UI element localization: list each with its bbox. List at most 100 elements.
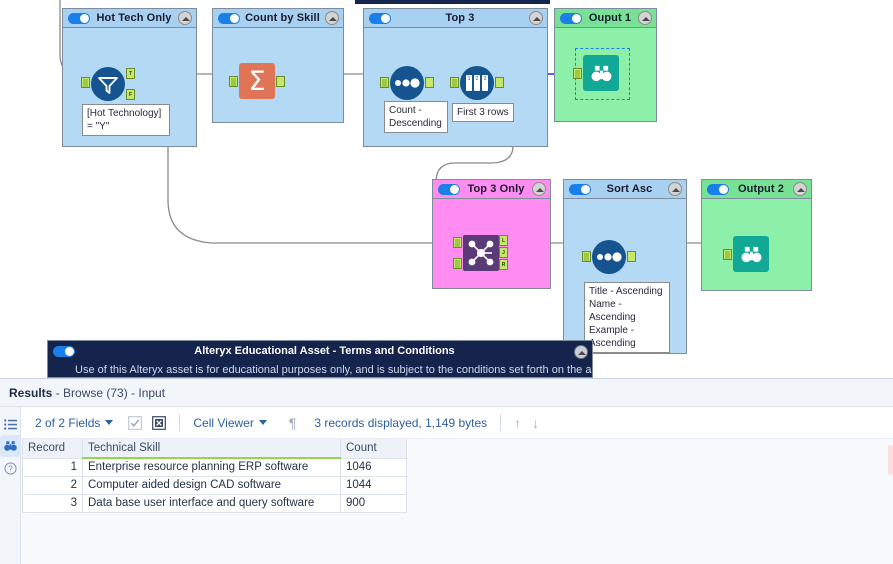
scroll-down-button[interactable]: ↓	[532, 415, 539, 431]
container-ouput-1[interactable]: Ouput 1	[554, 8, 657, 122]
sample-tool[interactable]: 1 2 3	[460, 66, 494, 100]
fields-dropdown[interactable]: 2 of 2 Fields	[35, 416, 114, 430]
workflow-canvas[interactable]: Hot Tech Only T F [Hot Technology] = "Y"	[0, 0, 893, 378]
canvas-top-edge-strip	[355, 0, 550, 4]
cell-viewer-dropdown[interactable]: Cell Viewer	[193, 416, 267, 430]
table-header-row: Record Technical Skill Count	[22, 439, 407, 459]
column-header-record[interactable]: Record	[22, 439, 83, 459]
container-header[interactable]: Sort Asc	[564, 180, 686, 199]
container-body[interactable]: Count - Descending 1 2 3 First 3 rows	[364, 28, 547, 146]
join-right-output-port[interactable]: R	[499, 259, 508, 270]
container-body[interactable]	[702, 199, 811, 290]
container-count-by-skill[interactable]: Count by Skill Σ	[212, 8, 344, 123]
filter-tool[interactable]	[91, 67, 125, 101]
container-header[interactable]: Top 3	[364, 9, 547, 28]
results-side-rail[interactable]: ?	[0, 407, 21, 564]
collapse-icon[interactable]	[178, 11, 192, 25]
sort-tool[interactable]	[592, 240, 626, 274]
terms-toggle[interactable]	[53, 346, 75, 357]
collapse-icon[interactable]	[638, 11, 652, 25]
cell-record: 3	[22, 493, 83, 513]
container-toggle[interactable]	[560, 12, 582, 24]
sigma-icon: Σ	[248, 65, 266, 97]
browse-tool[interactable]	[583, 55, 619, 91]
results-data-grid[interactable]: Record Technical Skill Count 1 Enterpris…	[21, 439, 893, 564]
table-row[interactable]: 2 Computer aided design CAD software 104…	[22, 475, 407, 495]
container-header[interactable]: Output 2	[702, 180, 811, 199]
scrollbar-marker[interactable]	[888, 445, 893, 475]
container-output-2[interactable]: Output 2	[701, 179, 812, 291]
container-header[interactable]: Hot Tech Only	[63, 9, 196, 28]
collapse-icon[interactable]	[793, 182, 807, 196]
sort-output-port[interactable]	[627, 251, 636, 262]
record-status-label: 3 records displayed, 1,149 bytes	[314, 415, 488, 430]
column-header-technical-skill[interactable]: Technical Skill	[82, 439, 341, 459]
collapse-icon[interactable]	[325, 11, 339, 25]
container-header[interactable]: Count by Skill	[213, 9, 343, 28]
container-body[interactable]	[555, 28, 656, 121]
browse-input-port[interactable]	[573, 68, 582, 79]
summarize-input-port[interactable]	[229, 76, 238, 87]
container-header[interactable]: Top 3 Only	[433, 180, 550, 199]
results-table: Record Technical Skill Count 1 Enterpris…	[22, 439, 407, 513]
browse-icon[interactable]	[0, 435, 21, 457]
summarize-output-port[interactable]	[276, 76, 285, 87]
scroll-up-button[interactable]: ↑	[514, 415, 521, 431]
container-sort-asc[interactable]: Sort Asc Title - Ascending Name - Ascend…	[563, 179, 687, 354]
cell-record: 2	[22, 475, 83, 495]
container-terms-and-conditions[interactable]: Alteryx Educational Asset - Terms and Co…	[47, 340, 593, 378]
svg-text:?: ?	[8, 464, 13, 473]
browse-input-port[interactable]	[723, 249, 732, 260]
filter-true-port[interactable]: T	[126, 68, 135, 79]
sort-input-port[interactable]	[582, 251, 591, 262]
collapse-icon[interactable]	[532, 182, 546, 196]
collapse-icon[interactable]	[529, 11, 543, 25]
container-body[interactable]: T F [Hot Technology] = "Y"	[63, 28, 196, 146]
filter-false-port[interactable]: F	[126, 89, 135, 100]
table-row[interactable]: 1 Enterprise resource planning ERP softw…	[22, 457, 407, 477]
summarize-tool[interactable]: Σ	[239, 63, 275, 99]
container-top-3[interactable]: Top 3 Count - Descending 1 2 3 First 3 r…	[363, 8, 548, 147]
filter-annotation: [Hot Technology] = "Y"	[82, 104, 170, 136]
container-top-3-only[interactable]: Top 3 Only L R L J R	[432, 179, 551, 289]
help-icon[interactable]: ?	[0, 457, 21, 479]
container-toggle[interactable]	[68, 12, 90, 24]
browse-tool[interactable]	[733, 236, 769, 272]
sort-input-port[interactable]	[380, 77, 389, 88]
sort-tool[interactable]	[390, 66, 424, 100]
container-body[interactable]: Title - Ascending Name - Ascending Examp…	[564, 199, 686, 353]
collapse-icon[interactable]	[668, 182, 682, 196]
select-all-fields-button[interactable]	[127, 415, 142, 430]
terms-body: Use of this Alteryx asset is for educati…	[48, 362, 592, 377]
results-toolbar[interactable]: 2 of 2 Fields Cell Viewer ¶ 3 records di…	[21, 407, 893, 439]
container-hot-tech-only[interactable]: Hot Tech Only T F [Hot Technology] = "Y"	[62, 8, 197, 147]
container-body[interactable]: L R L J R	[433, 199, 550, 288]
container-header[interactable]: Ouput 1	[555, 9, 656, 28]
container-body[interactable]: Σ	[213, 28, 343, 122]
terms-header[interactable]: Alteryx Educational Asset - Terms and Co…	[48, 341, 592, 362]
results-breadcrumb: - Browse (73) - Input	[52, 386, 166, 400]
join-right-input-port[interactable]: R	[453, 258, 462, 269]
cell-count: 900	[340, 493, 407, 513]
cell-technical-skill: Computer aided design CAD software	[82, 475, 341, 495]
sort-annotation: Count - Descending	[384, 101, 448, 133]
sample-output-port[interactable]	[495, 77, 504, 88]
join-tool[interactable]	[463, 235, 499, 271]
sample-input-port[interactable]	[450, 77, 459, 88]
column-header-count[interactable]: Count	[340, 439, 407, 459]
container-toggle[interactable]	[369, 12, 391, 24]
container-toggle[interactable]	[707, 183, 729, 195]
sort-output-port[interactable]	[425, 77, 434, 88]
container-toggle[interactable]	[438, 183, 460, 195]
list-view-icon[interactable]	[0, 413, 21, 435]
pilcrow-icon[interactable]: ¶	[289, 415, 297, 431]
join-left-output-port[interactable]: L	[499, 235, 508, 246]
filter-input-port[interactable]	[81, 77, 90, 88]
collapse-icon[interactable]	[574, 344, 588, 359]
join-join-output-port[interactable]: J	[499, 247, 508, 258]
container-toggle[interactable]	[569, 183, 591, 195]
deselect-all-fields-button[interactable]	[151, 415, 166, 430]
container-toggle[interactable]	[218, 12, 240, 24]
join-left-input-port[interactable]: L	[453, 237, 462, 248]
table-row[interactable]: 3 Data base user interface and query sof…	[22, 493, 407, 513]
